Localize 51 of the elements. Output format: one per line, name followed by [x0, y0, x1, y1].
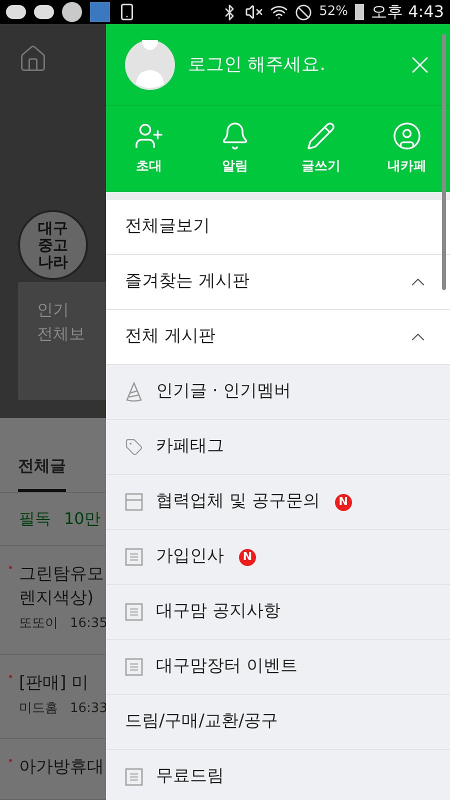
- action-button[interactable]: 글쓰기: [278, 106, 364, 192]
- battery-percent: 52%: [319, 3, 348, 22]
- clock: 오후 4:43: [370, 1, 444, 23]
- document-icon: [125, 658, 143, 676]
- new-badge: N: [239, 548, 256, 566]
- document-icon: [125, 548, 143, 566]
- menu-item[interactable]: 가입인사 N: [106, 530, 450, 585]
- post-title[interactable]: 렌지색상): [19, 586, 106, 610]
- split-square-icon: [125, 493, 143, 511]
- post-time: 16:35: [70, 615, 106, 633]
- menu-item[interactable]: 무료드림: [106, 750, 450, 800]
- post-title[interactable]: 그린탐유모: [19, 562, 106, 586]
- notice-text[interactable]: 필독: [19, 507, 51, 531]
- battery-icon: [354, 4, 364, 20]
- post-title[interactable]: [판매] 미: [19, 670, 106, 694]
- person-circle-icon: [392, 121, 422, 152]
- document-icon: [125, 768, 143, 786]
- logo-text: 대구: [38, 220, 68, 236]
- post-title[interactable]: 아가방휴대: [19, 755, 106, 779]
- post-time: 16:33: [70, 700, 106, 718]
- card-text: 인기: [37, 299, 70, 321]
- bell-icon: [220, 121, 250, 152]
- post-author: 또또이: [19, 615, 58, 633]
- card-text: 전체보: [37, 323, 86, 345]
- app-icon: [62, 2, 82, 22]
- menu-item[interactable]: 인기글 · 인기멤버: [106, 365, 450, 420]
- wifi-icon: [270, 3, 288, 21]
- menu-item[interactable]: 대구맘 공지사항: [106, 585, 450, 640]
- logo-text: 중고: [38, 236, 68, 254]
- menu-item[interactable]: 대구맘장터 이벤트: [106, 640, 450, 695]
- post-author: 미드홈: [19, 700, 58, 718]
- notice-text[interactable]: 10만: [64, 507, 100, 531]
- tag-icon: [125, 438, 143, 456]
- action-button[interactable]: 내카페: [364, 106, 450, 192]
- menu-item[interactable]: 협력업체 및 공구문의 N: [106, 475, 450, 530]
- party-hat-icon: [125, 382, 143, 402]
- logo-text: 나라: [38, 254, 68, 270]
- menu-item[interactable]: 드림/구매/교환/공구: [106, 695, 450, 750]
- new-badge: N: [334, 494, 352, 510]
- home-icon[interactable]: [18, 44, 48, 74]
- action-button[interactable]: 알림: [192, 106, 278, 192]
- mute-icon: [245, 3, 264, 21]
- block-icon: [295, 4, 312, 20]
- action-button[interactable]: 초대: [106, 106, 192, 192]
- pencil-icon: [306, 121, 336, 152]
- popular-card[interactable]: 인기 전체보: [18, 282, 106, 400]
- document-icon: [125, 603, 143, 621]
- menu-item[interactable]: 카페태그: [106, 420, 450, 475]
- app-icon: [90, 2, 110, 22]
- login-prompt[interactable]: 로그인 해주세요.: [188, 51, 326, 78]
- avatar-icon[interactable]: [125, 40, 175, 90]
